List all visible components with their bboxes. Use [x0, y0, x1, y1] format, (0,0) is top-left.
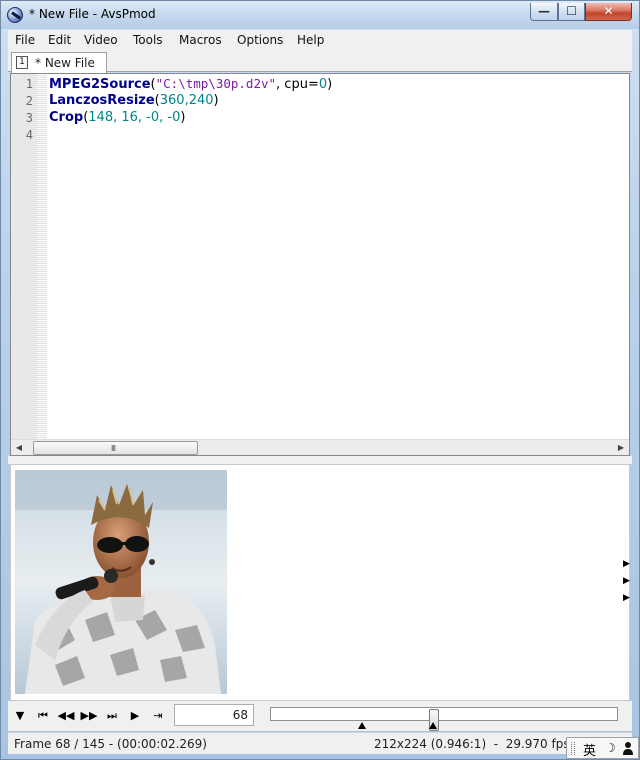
number-literal: 0	[318, 77, 328, 92]
video-frame-preview[interactable]	[15, 470, 227, 694]
arg-separator: , cpu=	[276, 77, 319, 92]
status-bar: Frame 68 / 145 - (00:00:02.269) 212x224 …	[8, 732, 632, 754]
script-editor[interactable]: 1 2 3 4 MPEG2Source("C:\tmp\30p.d2v", cp…	[10, 73, 630, 456]
tab-strip: 1 * New File	[8, 50, 632, 73]
number-args: 148, 16, -0, -0	[88, 110, 181, 125]
tab-number-badge: 1	[16, 56, 28, 69]
function-name: Crop	[49, 110, 84, 125]
play-dropdown-icon[interactable]: ▼	[10, 708, 30, 724]
minimize-button[interactable]: —	[530, 3, 558, 21]
window-title: * New File - AvsPmod	[29, 7, 156, 21]
line-number: 2	[25, 94, 33, 108]
bookmark-marker-icon[interactable]	[358, 722, 366, 729]
tab-new-file[interactable]: 1 * New File	[11, 52, 107, 73]
app-window: * New File - AvsPmod — ☐ ✕ File Edit Vid…	[0, 0, 640, 760]
menu-help[interactable]: Help	[297, 33, 324, 47]
tab-label: * New File	[35, 56, 95, 70]
string-literal: "C:\tmp\30p.d2v"	[155, 76, 277, 91]
frame-slider[interactable]	[270, 707, 618, 731]
first-frame-icon[interactable]: ⏮	[33, 708, 53, 724]
panel-arrow-icon[interactable]: ▶	[623, 559, 631, 569]
line-number: 3	[25, 111, 33, 125]
goto-position-icon[interactable]: ⇥	[148, 708, 168, 724]
code-line-3[interactable]: Crop(148, 16, -0, -0)	[49, 110, 185, 125]
scroll-right-icon[interactable]: ▶	[613, 440, 629, 456]
video-frame-image	[15, 470, 227, 694]
ime-language-bar[interactable]: 英 ☽	[566, 737, 639, 759]
menu-bar: File Edit Video Tools Macros Options Hel…	[8, 30, 632, 50]
menu-options[interactable]: Options	[237, 33, 283, 47]
menu-tools[interactable]: Tools	[133, 33, 163, 47]
number-args: 360,240	[159, 93, 214, 108]
minimize-icon: —	[538, 4, 550, 18]
close-button[interactable]: ✕	[585, 3, 632, 21]
panel-arrow-icon[interactable]: ▶	[623, 593, 631, 603]
code-line-1[interactable]: MPEG2Source("C:\tmp\30p.d2v", cpu=0)	[49, 76, 332, 92]
menu-macros[interactable]: Macros	[179, 33, 222, 47]
close-icon: ✕	[603, 4, 614, 18]
function-name: MPEG2Source	[49, 77, 151, 92]
code-line-2[interactable]: LanczosResize(360,240)	[49, 93, 219, 108]
frame-number-input[interactable]: 68	[174, 704, 254, 726]
scroll-grip-icon: III	[111, 444, 116, 453]
line-number: 1	[25, 77, 33, 91]
line-number-gutter: 1 2 3 4	[11, 74, 37, 439]
editor-video-splitter[interactable]	[8, 456, 632, 464]
video-preview-panel: ▶ ▶ ▶	[10, 464, 630, 701]
play-icon[interactable]: ▶	[125, 708, 145, 724]
line-number: 4	[25, 128, 33, 142]
fold-margin	[37, 74, 47, 439]
maximize-button[interactable]: ☐	[558, 3, 585, 21]
frame-status: Frame 68 / 145 - (00:00:02.269)	[14, 737, 207, 751]
menu-file[interactable]: File	[15, 33, 35, 47]
ime-moon-icon[interactable]: ☽	[605, 741, 616, 755]
last-frame-icon[interactable]: ⏭	[102, 708, 122, 724]
menu-video[interactable]: Video	[84, 33, 118, 47]
prev-frame-icon[interactable]: ◀◀	[56, 708, 76, 724]
function-name: LanczosResize	[49, 93, 155, 108]
title-bar: * New File - AvsPmod — ☐ ✕	[1, 1, 639, 29]
paren-close: )	[213, 93, 219, 108]
scroll-left-icon[interactable]: ◀	[11, 440, 27, 456]
menu-edit[interactable]: Edit	[48, 33, 71, 47]
avspmod-app-icon[interactable]	[7, 7, 23, 23]
paren-close: )	[327, 77, 333, 92]
bookmark-marker-icon[interactable]	[429, 722, 437, 729]
next-frame-icon[interactable]: ▶▶	[79, 708, 99, 724]
ime-language-indicator[interactable]: 英	[583, 740, 596, 759]
editor-horizontal-scrollbar[interactable]: ◀ III ▶	[11, 439, 629, 455]
scrollbar-thumb[interactable]: III	[33, 441, 198, 455]
playback-toolbar: ▼ ⏮ ◀◀ ▶▶ ⏭ ▶ ⇥ 68	[8, 701, 632, 731]
panel-arrow-icon[interactable]: ▶	[623, 576, 631, 586]
ime-grip[interactable]	[571, 742, 575, 755]
video-info-status: 212x224 (0.946:1) - 29.970 fps	[374, 737, 570, 751]
paren-close: )	[180, 110, 186, 125]
maximize-icon: ☐	[566, 4, 577, 18]
ime-user-icon[interactable]	[622, 741, 634, 755]
